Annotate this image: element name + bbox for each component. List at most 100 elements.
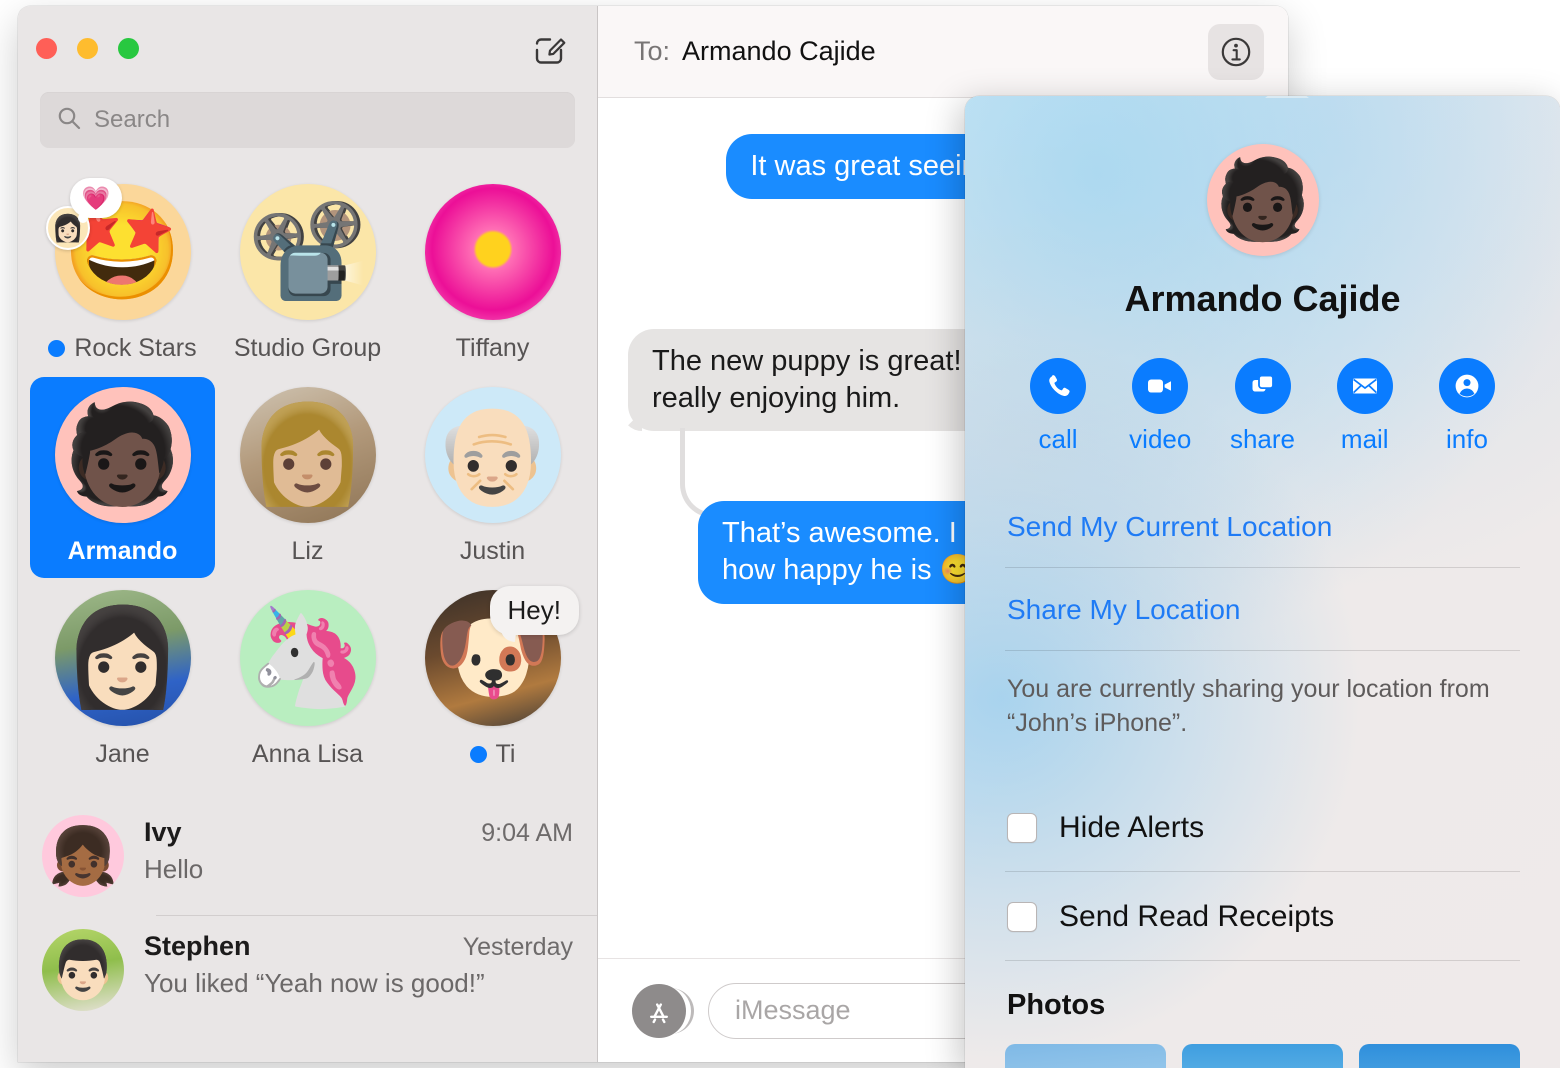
pinned-item-justin[interactable]: 👴🏻 Justin bbox=[400, 377, 585, 578]
list-item[interactable]: 👨🏻 Stephen Yesterday You liked “Yeah now… bbox=[18, 915, 597, 1029]
pinned-item-name: Tiffany bbox=[455, 334, 530, 362]
quick-actions: call video share mail info bbox=[1009, 358, 1516, 455]
action-label: info bbox=[1446, 424, 1488, 454]
photo-thumbnail[interactable] bbox=[1182, 1043, 1343, 1068]
conversation-list: 👧🏾 Ivy 9:04 AM Hello 👨🏻 Stephen Yesterda… bbox=[18, 801, 597, 1029]
list-item-name: Ivy bbox=[144, 817, 182, 847]
pinned-conversations-grid: 👩🏻 💗 🤩 Rock Stars 📽️ Studio Group Tiffan… bbox=[18, 148, 597, 781]
call-button[interactable]: call bbox=[1009, 358, 1107, 455]
photo-thumbnail[interactable] bbox=[1005, 1043, 1166, 1068]
list-item-time: Yesterday bbox=[462, 933, 573, 961]
heart-tapback-icon: 💗 bbox=[70, 178, 122, 223]
list-item-header: Ivy 9:04 AM bbox=[144, 817, 573, 848]
list-item-name: Stephen bbox=[144, 931, 251, 961]
pinned-item-name: Jane bbox=[95, 740, 150, 768]
imessage-placeholder: iMessage bbox=[735, 995, 851, 1025]
list-item-snippet: You liked “Yeah now is good!” bbox=[144, 968, 485, 998]
pinned-item-label: Rock Stars bbox=[48, 334, 197, 363]
search-placeholder: Search bbox=[94, 106, 171, 133]
search-icon bbox=[56, 105, 82, 136]
send-current-location-button[interactable]: Send My Current Location bbox=[1005, 485, 1520, 568]
to-label: To: bbox=[634, 36, 671, 66]
minimize-button[interactable] bbox=[77, 38, 98, 59]
avatar: 🦄 bbox=[239, 590, 376, 726]
list-item-body: Ivy 9:04 AM Hello bbox=[144, 815, 573, 897]
contact-details-popover: 🧑🏿 Armando Cajide call video share mail … bbox=[965, 96, 1560, 1068]
avatar: 👨🏻 bbox=[42, 929, 124, 1011]
mail-button[interactable]: mail bbox=[1316, 358, 1414, 455]
action-label: share bbox=[1229, 424, 1296, 454]
pinned-item-tiffany[interactable]: Tiffany bbox=[400, 174, 585, 375]
pinned-item-armando[interactable]: 🧑🏿 Armando bbox=[30, 377, 215, 578]
video-camera-icon bbox=[1132, 358, 1189, 414]
contact-card-icon bbox=[1439, 358, 1495, 414]
conversation-header: To: Armando Cajide bbox=[598, 6, 1288, 98]
share-screen-icon bbox=[1234, 358, 1291, 414]
hide-alerts-checkbox[interactable] bbox=[1007, 812, 1037, 843]
photo-thumbnail[interactable] bbox=[1359, 1043, 1520, 1068]
send-read-receipts-row[interactable]: Send Read Receipts bbox=[1005, 872, 1520, 961]
share-my-location-button[interactable]: Share My Location bbox=[1005, 568, 1520, 651]
send-read-receipts-label: Send Read Receipts bbox=[1059, 899, 1335, 933]
action-label: call bbox=[1038, 424, 1078, 454]
search-container: Search bbox=[18, 92, 597, 148]
avatar: 📽️ bbox=[239, 184, 376, 320]
avatar: 👧🏾 bbox=[42, 815, 124, 897]
compose-icon[interactable] bbox=[531, 32, 567, 68]
tapback-badge: 👩🏻 💗 bbox=[46, 178, 122, 250]
list-item-body: Stephen Yesterday You liked “Yeah now is… bbox=[144, 929, 573, 1011]
pinned-item-name: Studio Group bbox=[233, 334, 382, 362]
avatar bbox=[424, 184, 561, 320]
sidebar: Search 👩🏻 💗 🤩 Rock Stars 📽️ Studio Group… bbox=[18, 6, 598, 1062]
location-sharing-note: You are currently sharing your location … bbox=[1007, 675, 1490, 737]
avatar: 👩🏼 bbox=[239, 387, 376, 523]
avatar: 👩🏻 bbox=[54, 590, 191, 726]
list-item-header: Stephen Yesterday bbox=[144, 931, 573, 962]
photos-section-title: Photos bbox=[1007, 988, 1106, 1021]
pinned-item-label: Armando bbox=[68, 537, 178, 566]
close-button[interactable] bbox=[36, 38, 57, 59]
pinned-item-label: Liz bbox=[292, 537, 324, 566]
pinned-item-name: Armando bbox=[67, 537, 178, 565]
pinned-item-liz[interactable]: 👩🏼 Liz bbox=[215, 377, 400, 578]
screen: Search 👩🏻 💗 🤩 Rock Stars 📽️ Studio Group… bbox=[0, 0, 1560, 1068]
pinned-item-label: Ti bbox=[469, 740, 516, 769]
list-item[interactable]: 👧🏾 Ivy 9:04 AM Hello bbox=[18, 801, 597, 915]
popover-content: 🧑🏿 Armando Cajide call video share mail … bbox=[965, 96, 1560, 1068]
pinned-item-anna-lisa[interactable]: 🦄 Anna Lisa bbox=[215, 580, 400, 781]
pinned-item-label: Tiffany bbox=[456, 334, 530, 363]
action-label: mail bbox=[1340, 424, 1389, 454]
info-button[interactable]: info bbox=[1418, 358, 1516, 455]
recipient-name[interactable]: Armando Cajide bbox=[682, 36, 876, 67]
avatar: 👴🏻 bbox=[424, 387, 561, 523]
envelope-icon bbox=[1336, 358, 1393, 414]
zoom-button[interactable] bbox=[118, 38, 139, 59]
info-circle-icon[interactable] bbox=[1208, 24, 1264, 80]
contact-name: Armando Cajide bbox=[1124, 278, 1401, 319]
pinned-item-studio-group[interactable]: 📽️ Studio Group bbox=[215, 174, 400, 375]
pinned-item-label: Studio Group bbox=[234, 334, 381, 363]
pinned-item-rock-stars[interactable]: 👩🏻 💗 🤩 Rock Stars bbox=[30, 174, 215, 375]
share-button[interactable]: share bbox=[1214, 358, 1312, 455]
video-button[interactable]: video bbox=[1111, 358, 1209, 455]
unread-dot bbox=[469, 746, 487, 763]
phone-icon bbox=[1030, 358, 1086, 414]
photos-thumbnail-row bbox=[1005, 1043, 1520, 1068]
app-store-icon[interactable] bbox=[632, 983, 686, 1038]
pinned-item-jane[interactable]: 👩🏻 Jane bbox=[30, 580, 215, 781]
search-input[interactable]: Search bbox=[40, 92, 575, 148]
preview-bubble: Hey! bbox=[489, 586, 579, 635]
pinned-item-label: Anna Lisa bbox=[252, 740, 363, 769]
send-read-receipts-checkbox[interactable] bbox=[1007, 901, 1037, 932]
pinned-item-label: Justin bbox=[460, 537, 525, 566]
pinned-item-name: Rock Stars bbox=[74, 334, 197, 362]
pinned-item-name: Anna Lisa bbox=[251, 740, 364, 768]
pinned-item-name: Justin bbox=[459, 537, 526, 565]
pinned-item-ti[interactable]: Hey! 🐶 Ti bbox=[400, 580, 585, 781]
pinned-item-name: Liz bbox=[291, 537, 324, 565]
pinned-item-name: Ti bbox=[495, 740, 516, 768]
list-item-time: 9:04 AM bbox=[481, 819, 573, 847]
hide-alerts-row[interactable]: Hide Alerts bbox=[1005, 783, 1520, 872]
hide-alerts-label: Hide Alerts bbox=[1059, 810, 1205, 844]
traffic-lights bbox=[36, 38, 139, 59]
